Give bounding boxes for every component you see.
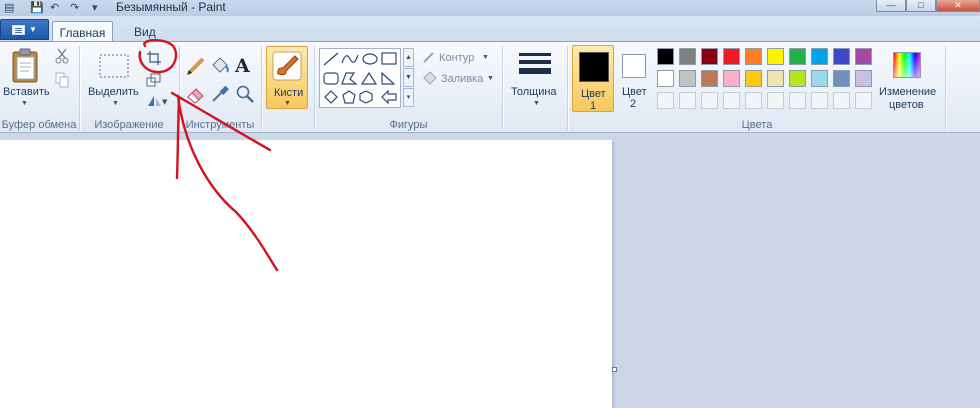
svg-text:▼: ▼ — [162, 98, 168, 106]
cut-icon[interactable] — [55, 48, 69, 64]
window-title: Безымянный - Paint — [116, 0, 226, 14]
select-dropdown-icon[interactable]: ▼ — [112, 100, 119, 107]
brushes-button[interactable]: Кисти ▼ — [266, 46, 308, 109]
size-line-2 — [519, 60, 551, 64]
fill-dropdown-icon[interactable]: ▼ — [487, 75, 494, 82]
fill-label[interactable]: Заливка — [441, 73, 483, 85]
image-group-label: Изображение — [94, 119, 164, 131]
brush-icon — [272, 51, 302, 81]
maximize-button[interactable]: □ — [906, 0, 936, 12]
redo-icon[interactable]: ↷ — [70, 1, 79, 14]
outline-dropdown-icon[interactable]: ▼ — [482, 54, 489, 61]
pencil-icon[interactable] — [186, 56, 206, 76]
divider — [945, 46, 946, 130]
divider — [567, 46, 568, 130]
brushes-dropdown-icon: ▼ — [284, 100, 291, 107]
minimize-button[interactable]: — — [876, 0, 906, 12]
text-icon[interactable]: A — [235, 55, 250, 77]
window-controls: — □ ✕ — [876, 0, 980, 12]
title-bar: ▤ 💾 ↶ ↷ ▾ Безымянный - Paint — □ ✕ — [0, 0, 980, 16]
save-icon[interactable]: 💾 — [30, 1, 44, 14]
undo-icon[interactable]: ↶ — [50, 1, 59, 14]
clipboard-icon — [12, 48, 38, 83]
document-icon — [12, 24, 26, 35]
size-line-1 — [519, 53, 551, 56]
outline-label[interactable]: Контур — [439, 52, 474, 64]
outline-icon — [423, 52, 434, 63]
size-dropdown-icon: ▼ — [533, 100, 540, 107]
brushes-label: Кисти — [274, 87, 304, 99]
customize-quick-access-icon[interactable]: ▾ — [92, 1, 98, 14]
clipboard-group-label: Буфер обмена — [1, 119, 77, 131]
divider — [502, 46, 503, 130]
canvas-resize-handle[interactable] — [612, 367, 617, 372]
scroll-down-icon[interactable]: ▼ — [403, 68, 414, 87]
magnifier-icon[interactable] — [235, 84, 255, 104]
size-line-3 — [519, 68, 551, 74]
colors-group-label: Цвета — [741, 119, 773, 131]
paste-button[interactable] — [10, 48, 42, 87]
select-label[interactable]: Выделить — [88, 86, 139, 98]
gallery-expand-icon[interactable]: ▾ — [403, 88, 414, 107]
ribbon: Вставить ▼ Буфер обмена Выделить ▼ ▼ Изо… — [0, 41, 980, 133]
divider — [261, 46, 262, 130]
paint-menu-button[interactable]: ▼ — [0, 19, 49, 40]
tools-group: A Инструменты — [180, 42, 260, 133]
size-label: Толщина — [511, 86, 557, 98]
rotate-icon[interactable]: ▼ — [146, 94, 168, 108]
ribbon-tabs: ▼ Главная Вид — [0, 16, 980, 42]
scroll-up-icon[interactable]: ▲ — [403, 48, 414, 67]
size-group[interactable]: Толщина ▼ — [505, 42, 565, 133]
clipboard-group: Вставить ▼ Буфер обмена — [0, 42, 78, 133]
shapes-gallery-scroll[interactable]: ▲ ▼ ▾ — [403, 48, 414, 108]
close-button[interactable]: ✕ — [936, 0, 980, 12]
copy-icon[interactable] — [55, 72, 69, 88]
select-icon[interactable] — [98, 53, 130, 79]
crop-icon[interactable] — [146, 50, 162, 66]
shapes-gallery[interactable] — [319, 48, 401, 108]
fill-bucket-icon — [423, 71, 437, 85]
drawing-canvas[interactable] — [0, 140, 612, 408]
paste-dropdown-icon[interactable]: ▼ — [21, 100, 28, 107]
color-picker-icon[interactable] — [210, 84, 230, 104]
shapes-gallery-icons — [323, 52, 397, 105]
image-group: Выделить ▼ ▼ Изображение — [80, 42, 178, 133]
colors-group: Цвета — [570, 42, 944, 133]
resize-icon[interactable] — [146, 72, 162, 88]
tab-view[interactable]: Вид — [124, 21, 166, 42]
paint-app-icon[interactable]: ▤ — [4, 1, 14, 14]
chevron-down-icon: ▼ — [29, 25, 37, 34]
fill-icon[interactable] — [210, 56, 230, 76]
tab-home[interactable]: Главная — [52, 21, 113, 42]
tools-group-label: Инструменты — [185, 119, 255, 131]
shapes-group-label: Фигуры — [389, 119, 428, 131]
paste-label[interactable]: Вставить — [3, 86, 50, 98]
brushes-group: Кисти ▼ — [264, 42, 310, 133]
eraser-icon[interactable] — [186, 84, 206, 104]
